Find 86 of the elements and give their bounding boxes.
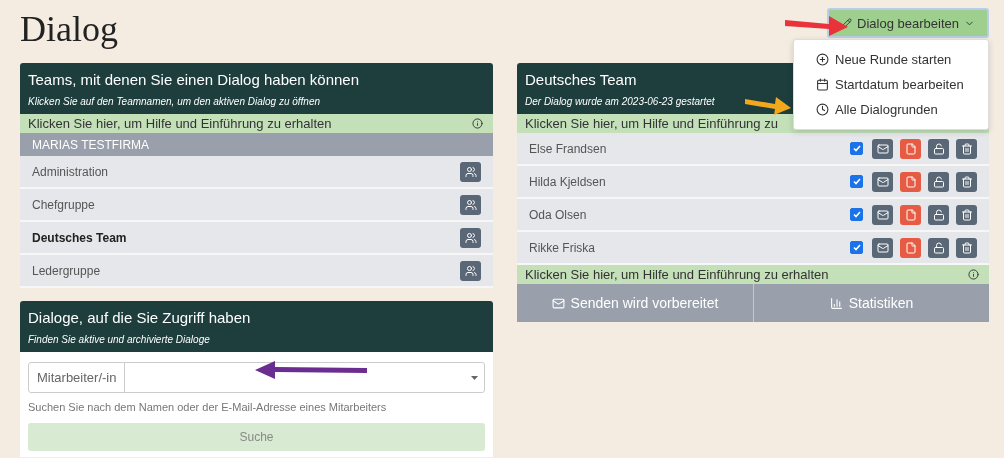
- chart-icon: [829, 296, 843, 310]
- member-name: Else Frandsen: [529, 141, 607, 156]
- pointer-arrow: [785, 14, 850, 36]
- team-row[interactable]: Deutsches Team: [20, 222, 493, 255]
- pointer-arrow: [745, 95, 791, 115]
- document-icon: [904, 142, 917, 155]
- pencil-icon: [841, 17, 853, 29]
- checkbox[interactable]: [850, 142, 863, 155]
- unlock-button[interactable]: [928, 171, 949, 192]
- document-icon: [904, 241, 917, 254]
- mail-icon: [551, 296, 565, 310]
- document-button[interactable]: [900, 204, 921, 225]
- panel-title: Dialoge, auf die Sie Zugriff haben: [28, 309, 251, 326]
- menu-item[interactable]: Neue Runde starten: [794, 47, 988, 72]
- help-text: Klicken Sie hier, um Hilfe und Einführung zu erhalten: [28, 116, 332, 131]
- team-button[interactable]: [460, 194, 481, 215]
- plus-icon: [816, 53, 829, 66]
- member-name: Oda Olsen: [529, 207, 587, 222]
- delete-button[interactable]: [956, 237, 977, 258]
- panel-title: Deutsches Team: [525, 71, 637, 88]
- trash-icon: [960, 175, 973, 188]
- member-name: Rikke Friska: [529, 240, 595, 255]
- unlock-icon: [932, 142, 945, 155]
- caret-icon: [471, 375, 478, 380]
- trash-icon: [960, 208, 973, 221]
- help-bar[interactable]: Klicken Sie hier, um Hilfe und Einführung zu erhalten: [20, 114, 493, 133]
- edit-dialog-button[interactable]: Dialog bearbeiten: [827, 8, 989, 38]
- field-hint: Suchen Sie nach dem Namen oder der E-Mail-Adresse eines Mitarbeiters: [28, 401, 388, 413]
- member-name: Hilda Kjeldsen: [529, 174, 606, 189]
- mail-icon: [876, 142, 889, 155]
- unlock-button[interactable]: [928, 237, 949, 258]
- unlock-icon: [932, 208, 945, 221]
- team-name: Ledergruppe: [32, 263, 101, 278]
- users-icon: [464, 264, 477, 277]
- document-icon: [904, 208, 917, 221]
- employee-select[interactable]: Mitarbeiter/-in: [28, 362, 485, 393]
- team-row[interactable]: Ledergruppe: [20, 255, 493, 288]
- team-row[interactable]: Chefgruppe: [20, 189, 493, 222]
- checkbox[interactable]: [850, 208, 863, 221]
- mail-button[interactable]: [872, 204, 893, 225]
- panel-subtitle: Der Dialog wurde am 2023-06-23 gestartet: [525, 96, 715, 107]
- mail-icon: [876, 241, 889, 254]
- document-button[interactable]: [900, 237, 921, 258]
- team-button[interactable]: [460, 161, 481, 182]
- team-name: Chefgruppe: [32, 197, 95, 212]
- mail-icon: [876, 208, 889, 221]
- menu-item[interactable]: Startdatum bearbeiten: [794, 72, 988, 97]
- clock-icon: [816, 103, 829, 116]
- help-text: Klicken Sie hier, um Hilfe und Einführung zu erhalten: [525, 267, 829, 282]
- team-row[interactable]: Administration: [20, 156, 493, 189]
- help-text: Klicken Sie hier, um Hilfe und Einführung zu: [525, 116, 778, 131]
- document-button[interactable]: [900, 138, 921, 159]
- mail-button[interactable]: [872, 171, 893, 192]
- delete-button[interactable]: [956, 171, 977, 192]
- mail-icon: [876, 175, 889, 188]
- trash-icon: [960, 241, 973, 254]
- checkbox[interactable]: [850, 175, 863, 188]
- panel-subtitle: Klicken Sie auf den Teamnamen, um den aktiven Dialog zu öffnen: [28, 96, 321, 107]
- company-header: MARIAS TESTFIRMA: [20, 133, 493, 156]
- team-name: Deutsches Team: [32, 230, 127, 245]
- field-label: Mitarbeiter/-in: [29, 363, 126, 392]
- info-icon: [472, 118, 483, 129]
- panel-subtitle: Finden Sie aktive und archivierte Dialoge: [28, 334, 210, 345]
- team-button[interactable]: [460, 227, 481, 248]
- page-title: Dialog: [20, 8, 118, 50]
- team-name: Administration: [32, 164, 109, 179]
- calendar-icon: [816, 78, 829, 91]
- mail-button[interactable]: [872, 237, 893, 258]
- users-icon: [464, 198, 477, 211]
- panel-title: Teams, mit denen Sie einen Dialog haben können: [28, 71, 360, 88]
- document-button[interactable]: [900, 171, 921, 192]
- delete-button[interactable]: [956, 204, 977, 225]
- help-bar[interactable]: Klicken Sie hier, um Hilfe und Einführung zu erhalten: [517, 265, 989, 284]
- info-icon: [968, 269, 979, 280]
- unlock-icon: [932, 241, 945, 254]
- users-icon: [464, 165, 477, 178]
- checkbox[interactable]: [850, 241, 863, 254]
- delete-button[interactable]: [956, 138, 977, 159]
- users-icon: [464, 231, 477, 244]
- team-button[interactable]: [460, 260, 481, 281]
- mail-button[interactable]: [872, 138, 893, 159]
- document-icon: [904, 175, 917, 188]
- unlock-button[interactable]: [928, 138, 949, 159]
- unlock-icon: [932, 175, 945, 188]
- unlock-button[interactable]: [928, 204, 949, 225]
- trash-icon: [960, 142, 973, 155]
